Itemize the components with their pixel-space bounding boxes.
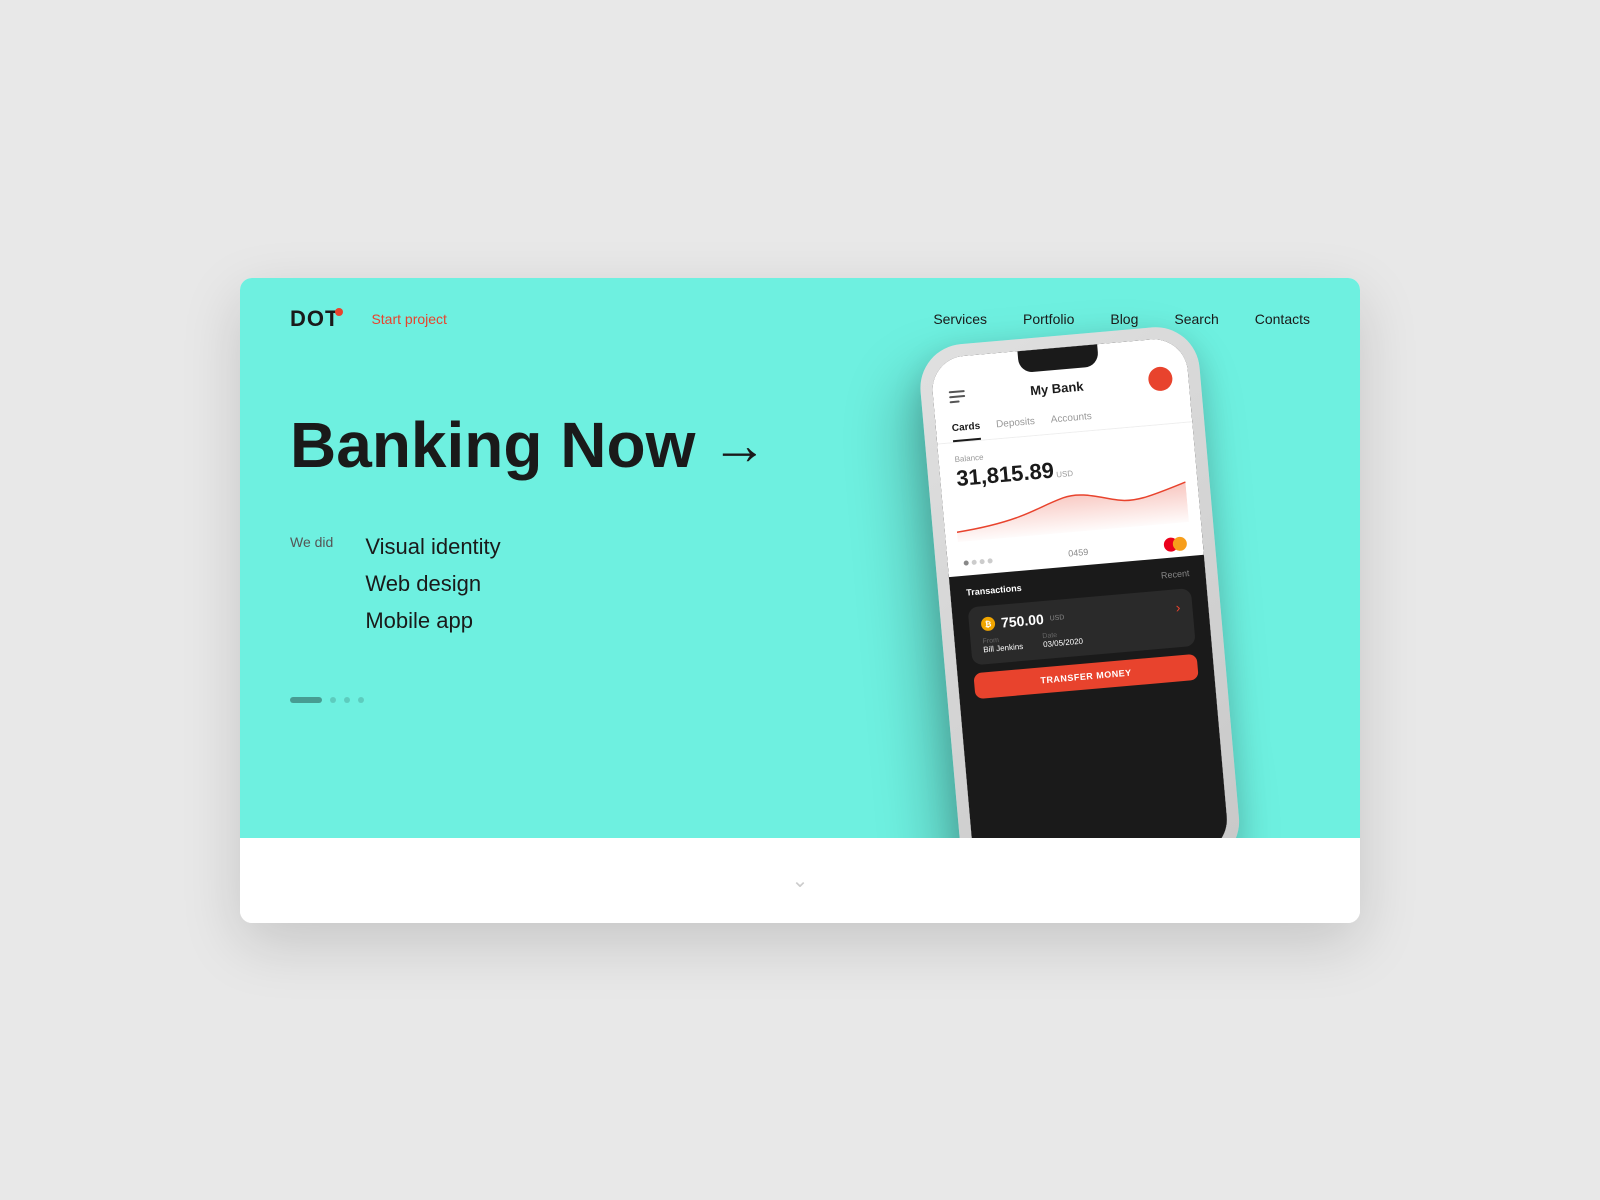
nav-links: Services Portfolio Blog Search Contacts (933, 311, 1310, 327)
hamburger-line (949, 389, 965, 392)
card-pagination-dots (963, 557, 992, 565)
phone-outer: My Bank Cards Deposits Accounts (917, 323, 1243, 837)
mastercard-circle-right (1172, 536, 1187, 551)
hero-content: Banking Now → We did Visual identity Web… (240, 360, 1360, 697)
balance-currency: USD (1056, 468, 1074, 478)
we-did-items: Visual identity Web design Mobile app (365, 530, 500, 637)
transaction-arrow: › (1175, 599, 1181, 615)
app-tab-deposits[interactable]: Deposits (995, 410, 1036, 438)
start-project-link[interactable]: Start project (371, 311, 446, 327)
dot-nav-2[interactable] (344, 697, 350, 703)
card-dot (987, 557, 992, 562)
app-avatar[interactable] (1147, 365, 1173, 391)
logo-dot (335, 308, 343, 316)
app-tab-accounts[interactable]: Accounts (1050, 405, 1093, 433)
phone-bottom: Transactions Recent ₿ 750.00 USD (949, 554, 1230, 837)
transactions-recent: Recent (1161, 568, 1190, 580)
nav-link-blog[interactable]: Blog (1110, 311, 1138, 327)
transaction-crypto: ₿ 750.00 USD (980, 609, 1065, 632)
slide-dots (240, 697, 1360, 733)
nav-link-services[interactable]: Services (933, 311, 987, 327)
transactions-title: Transactions (966, 582, 1022, 597)
logo-text: DOT (290, 306, 339, 332)
nav-link-portfolio[interactable]: Portfolio (1023, 311, 1074, 327)
logo[interactable]: DOT (290, 306, 339, 332)
hero-arrow: → (711, 414, 767, 476)
hamburger-line (950, 400, 960, 403)
card-number: 0459 (1068, 546, 1089, 558)
card-dot-active (963, 559, 968, 564)
balance-card: Balance 31,815.89 USD (937, 422, 1201, 551)
dot-nav-1[interactable] (330, 697, 336, 703)
hamburger-line (949, 394, 965, 397)
app-tab-cards[interactable]: Cards (951, 414, 981, 441)
footer-section: ⌄ (240, 838, 1360, 923)
we-did-label: We did (290, 530, 333, 550)
transaction-date-group: Date 03/05/2020 (1042, 629, 1083, 648)
phone-screen: My Bank Cards Deposits Accounts (930, 336, 1230, 837)
nav-link-search[interactable]: Search (1174, 311, 1218, 327)
hero-section: DOT Start project Services Portfolio Blo… (240, 278, 1360, 838)
browser-window: DOT Start project Services Portfolio Blo… (240, 278, 1360, 923)
app-title: My Bank (1030, 378, 1085, 398)
phone-inner: My Bank Cards Deposits Accounts (930, 336, 1230, 837)
transaction-amount: 750.00 (1000, 610, 1044, 630)
we-did-item-2: Mobile app (365, 604, 500, 637)
dot-nav-3[interactable] (358, 697, 364, 703)
nav-link-contacts[interactable]: Contacts (1255, 311, 1310, 327)
dot-nav-0[interactable] (290, 697, 322, 703)
transaction-from-group: From Bill Jenkins (982, 634, 1023, 653)
navigation: DOT Start project Services Portfolio Blo… (240, 278, 1360, 360)
phone-mockup-area: My Bank Cards Deposits Accounts (880, 340, 1300, 838)
hero-title-text: Banking Now (290, 410, 695, 480)
hamburger-icon[interactable] (949, 389, 966, 402)
transaction-usd: USD (1049, 613, 1064, 621)
scroll-down-icon[interactable]: ⌄ (792, 868, 809, 893)
card-dot (971, 559, 976, 564)
mastercard-icon (1163, 536, 1187, 552)
card-dot (979, 558, 984, 563)
transaction-row[interactable]: ₿ 750.00 USD › From (968, 588, 1196, 665)
we-did-item-1: Web design (365, 567, 500, 600)
crypto-icon: ₿ (981, 616, 996, 631)
we-did-item-0: Visual identity (365, 530, 500, 563)
